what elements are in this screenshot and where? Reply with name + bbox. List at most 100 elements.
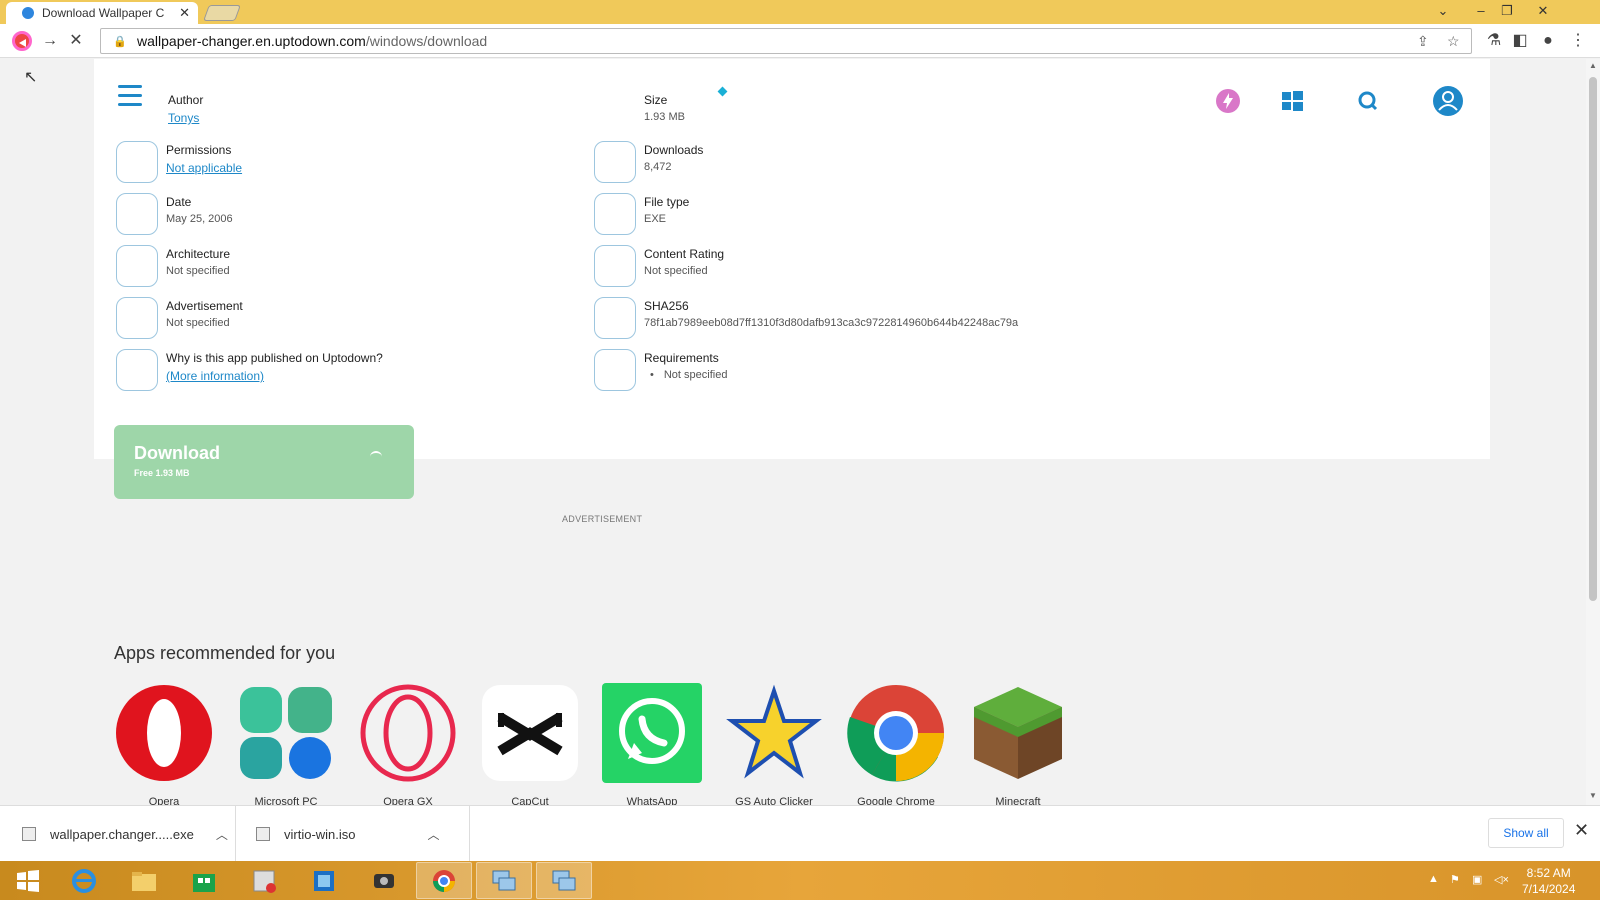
app-opera-gx[interactable]: Opera GX bbox=[358, 683, 458, 805]
camera-icon bbox=[374, 873, 394, 888]
internet-explorer-app[interactable] bbox=[56, 862, 112, 899]
back-button[interactable] bbox=[10, 29, 34, 53]
close-shelf-icon[interactable]: ✕ bbox=[1574, 820, 1589, 841]
file-explorer-app[interactable] bbox=[116, 862, 172, 899]
remote-desktop-app-2[interactable] bbox=[536, 862, 592, 899]
download-item[interactable]: wallpaper.changer.....exe ︿ bbox=[0, 806, 236, 862]
stop-loading-icon[interactable]: ✕ bbox=[64, 29, 88, 53]
clock[interactable]: 8:52 AM 7/14/2024 bbox=[1522, 865, 1575, 897]
star-icon bbox=[726, 684, 822, 779]
permissions-link[interactable]: Not applicable bbox=[166, 161, 242, 175]
url-host: wallpaper-changer.en.uptodown.com bbox=[137, 33, 366, 49]
scroll-down-icon[interactable]: ▼ bbox=[1589, 791, 1597, 800]
scrollbar-thumb[interactable] bbox=[1589, 77, 1597, 601]
opera-icon bbox=[116, 685, 212, 781]
file-type-info: File type EXE bbox=[594, 193, 689, 235]
spinner-icon bbox=[370, 451, 382, 463]
app-google-chrome[interactable]: Google Chrome bbox=[846, 683, 946, 805]
chevron-up-icon[interactable]: ︿ bbox=[428, 826, 440, 843]
downloads-info: Downloads 8,472 bbox=[594, 141, 703, 183]
author-link[interactable]: Tonys bbox=[168, 111, 203, 125]
flag-icon[interactable]: ⚑ bbox=[1450, 873, 1460, 886]
advertisement-label: Advertisement bbox=[166, 299, 243, 313]
architecture-icon bbox=[116, 245, 158, 287]
chevron-up-icon[interactable]: ︿ bbox=[216, 826, 228, 843]
windows-icon[interactable] bbox=[1276, 85, 1308, 117]
content-rating-info: Content Rating Not specified bbox=[594, 245, 724, 287]
download-button[interactable]: Download Free 1.93 MB bbox=[114, 425, 414, 499]
lock-icon: 🔒 bbox=[113, 35, 127, 48]
page-content: ↖ Author Tonys Permissions Not applicable … bbox=[0, 59, 1600, 805]
address-bar[interactable]: 🔒 wallpaper-changer.en.uptodown.com/wind… bbox=[100, 28, 1472, 54]
advertisement-label: ADVERTISEMENT bbox=[562, 514, 643, 524]
chrome-taskbar-app[interactable] bbox=[416, 862, 472, 899]
folder-icon bbox=[132, 871, 156, 891]
volume-muted-icon[interactable]: ◁× bbox=[1494, 873, 1509, 886]
browser-tab[interactable]: Download Wallpaper C ✕ bbox=[6, 2, 198, 24]
chrome-icon bbox=[847, 685, 944, 782]
app-name: Google Chrome bbox=[857, 796, 935, 805]
tab-search-icon[interactable]: ⌄ bbox=[1430, 0, 1456, 24]
info-icon bbox=[116, 349, 158, 391]
cctv-app[interactable] bbox=[356, 862, 412, 899]
app-opera[interactable]: Opera bbox=[114, 683, 214, 805]
minimize-icon[interactable]: – bbox=[1468, 0, 1494, 24]
tab-close-icon[interactable]: ✕ bbox=[179, 5, 190, 21]
start-button[interactable] bbox=[0, 862, 56, 899]
app-microsoft-pc-manager[interactable]: Microsoft PC bbox=[236, 683, 336, 805]
date-value: May 25, 2006 bbox=[166, 213, 233, 225]
more-information-link[interactable]: (More information) bbox=[166, 369, 383, 383]
search-icon[interactable] bbox=[1352, 85, 1384, 117]
side-panel-icon[interactable]: ◧ bbox=[1508, 29, 1532, 53]
remote-desktop-app[interactable] bbox=[476, 862, 532, 899]
content-rating-value: Not specified bbox=[644, 265, 708, 277]
architecture-value: Not specified bbox=[166, 265, 230, 277]
microsoft-pc-manager-icon bbox=[240, 687, 332, 779]
app-capcut[interactable]: CapCut bbox=[480, 683, 580, 805]
app-gs-auto-clicker[interactable]: GS Auto Clicker bbox=[724, 683, 824, 805]
menu-kebab-icon[interactable]: ⋮ bbox=[1566, 29, 1590, 53]
show-all-button[interactable]: Show all bbox=[1488, 818, 1564, 848]
share-icon[interactable]: ⇪ bbox=[1417, 33, 1429, 50]
restore-icon[interactable]: ❐ bbox=[1494, 0, 1520, 24]
virtualbox-app[interactable] bbox=[296, 862, 352, 899]
file-type-label: File type bbox=[644, 195, 690, 209]
extensions-icon[interactable]: ⚗ bbox=[1482, 29, 1506, 53]
windows-start-icon bbox=[17, 869, 39, 892]
control-panel-app[interactable] bbox=[236, 862, 292, 899]
file-type-icon bbox=[594, 193, 636, 235]
chrome-taskbar-icon bbox=[433, 869, 455, 892]
date-label: Date bbox=[166, 195, 192, 209]
scroll-up-icon[interactable]: ▲ bbox=[1589, 61, 1597, 70]
author-info: Author Tonys bbox=[118, 91, 203, 125]
profile-icon[interactable]: ● bbox=[1536, 29, 1560, 53]
sha256-info: SHA256 78f1ab7989eeb08d7ff1310f3d80dafb91… bbox=[594, 297, 1018, 339]
store-app[interactable] bbox=[176, 862, 232, 899]
app-minecraft[interactable]: Minecraft bbox=[968, 683, 1068, 805]
capcut-icon bbox=[482, 685, 578, 781]
new-tab-button[interactable] bbox=[203, 5, 241, 21]
permissions-label: Permissions bbox=[166, 143, 232, 157]
loading-dot-icon bbox=[717, 86, 728, 97]
opera-gx-icon bbox=[360, 684, 456, 782]
download-item[interactable]: virtio-win.iso ︿ bbox=[236, 806, 470, 862]
downloads-value: 8,472 bbox=[644, 161, 672, 173]
network-icon[interactable]: ▣ bbox=[1472, 873, 1482, 886]
permissions-info: Permissions Not applicable bbox=[116, 141, 242, 183]
forward-icon[interactable]: → bbox=[38, 29, 62, 53]
downloads-shelf: wallpaper.changer.....exe ︿ virtio-win.i… bbox=[0, 805, 1600, 862]
app-name: CapCut bbox=[511, 796, 549, 805]
app-name: GS Auto Clicker bbox=[735, 796, 813, 805]
advertisement-icon bbox=[116, 297, 158, 339]
bookmark-star-icon[interactable]: ☆ bbox=[1447, 33, 1460, 50]
back-arrow-icon bbox=[12, 31, 32, 51]
close-window-icon[interactable]: ✕ bbox=[1530, 0, 1556, 24]
tray-expand-icon[interactable]: ▲ bbox=[1428, 873, 1439, 885]
page-scrollbar[interactable]: ▲ ▼ bbox=[1586, 59, 1600, 805]
file-icon bbox=[22, 827, 36, 841]
app-whatsapp[interactable]: WhatsApp bbox=[602, 683, 702, 805]
clock-date: 7/14/2024 bbox=[1522, 882, 1576, 896]
user-account-icon[interactable] bbox=[1432, 85, 1464, 117]
why-published-label: Why is this app published on Uptodown? bbox=[166, 351, 383, 365]
lightning-icon[interactable] bbox=[1212, 85, 1244, 117]
